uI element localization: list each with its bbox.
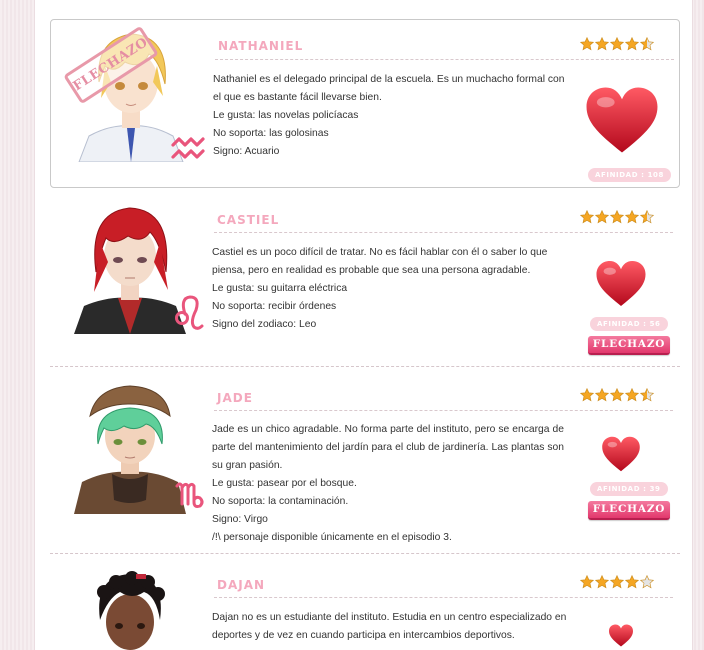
heart-icon: [609, 624, 633, 647]
character-portrait: [70, 202, 190, 334]
character-card-dajan: DAJAN Dajan no es un estudiante del inst…: [50, 564, 680, 650]
dislikes-text: No soporta: las golosinas: [213, 128, 329, 139]
leo-icon: [175, 295, 204, 330]
star-icon: [610, 388, 624, 402]
dislikes-text: No soporta: recibir órdenes: [212, 301, 337, 312]
character-portrait: [70, 570, 190, 650]
character-card-nathaniel: FLECHAZO NATHANIEL Nathaniel es el deleg…: [50, 19, 680, 188]
description-text: Nathaniel es el delegado principal de la…: [213, 74, 565, 103]
star-icon: [595, 210, 609, 224]
star-icon: [625, 388, 639, 402]
rating-stars: [580, 575, 654, 589]
name-divider: [215, 59, 674, 60]
star-icon: [610, 210, 624, 224]
description-text: Jade es un chico agradable. No forma par…: [212, 424, 564, 471]
star-icon: [640, 388, 654, 402]
rating-stars: [580, 210, 654, 224]
name-divider: [214, 410, 673, 411]
star-icon: [625, 37, 639, 51]
affinity-badge: AFINIDAD : 39: [590, 482, 668, 496]
affinity-badge: AFINIDAD : 108: [588, 168, 671, 182]
star-icon: [610, 575, 624, 589]
rating-stars: [580, 37, 654, 51]
flechazo-button[interactable]: FLECHAZO: [588, 336, 670, 355]
dislikes-text: No soporta: la contaminación.: [212, 496, 349, 507]
character-card-jade: JADE Jade es un chico agradable. No form…: [50, 378, 680, 550]
flechazo-button[interactable]: FLECHAZO: [588, 501, 670, 520]
sign-text: Signo: Acuario: [213, 146, 280, 157]
virgo-icon: [175, 482, 204, 508]
likes-text: Le gusta: las novelas policíacas: [213, 110, 359, 121]
character-name: CASTIEL: [217, 213, 280, 227]
character-description: Dajan no es un estudiante del instituto.…: [212, 609, 570, 645]
aquarius-icon: [171, 137, 205, 159]
character-description: Castiel es un poco difícil de tratar. No…: [212, 244, 570, 334]
description-text: Castiel es un poco difícil de tratar. No…: [212, 247, 548, 276]
heart-icon: [602, 436, 640, 472]
star-icon: [640, 210, 654, 224]
star-icon: [625, 210, 639, 224]
star-icon: [580, 575, 594, 589]
character-card-castiel: CASTIEL Castiel es un poco difícil de tr…: [50, 200, 680, 360]
name-divider: [214, 232, 673, 233]
heart-icon: [596, 261, 646, 306]
card-divider: [50, 553, 680, 554]
star-icon: [610, 37, 624, 51]
description-text: Dajan no es un estudiante del instituto.…: [212, 612, 567, 641]
likes-text: Le gusta: su guitarra eléctrica: [212, 283, 348, 294]
character-name: DAJAN: [217, 578, 266, 592]
card-divider: [50, 366, 680, 367]
star-icon: [625, 575, 639, 589]
star-icon: [595, 575, 609, 589]
character-list-panel: FLECHAZO NATHANIEL Nathaniel es el deleg…: [34, 0, 693, 650]
character-portrait: [70, 382, 190, 514]
star-icon: [580, 388, 594, 402]
star-icon: [640, 575, 654, 589]
availability-note: /!\ personaje disponible únicamente en e…: [212, 532, 452, 543]
star-icon: [580, 37, 594, 51]
star-icon: [640, 37, 654, 51]
heart-icon: [586, 87, 658, 153]
rating-stars: [580, 388, 654, 402]
character-name: JADE: [217, 391, 253, 405]
likes-text: Le gusta: pasear por el bosque.: [212, 478, 357, 489]
star-icon: [595, 388, 609, 402]
affinity-badge: AFINIDAD : 56: [590, 317, 668, 331]
star-icon: [580, 210, 594, 224]
sign-text: Signo: Virgo: [212, 514, 268, 525]
sign-text: Signo del zodiaco: Leo: [212, 319, 317, 330]
character-description: Jade es un chico agradable. No forma par…: [212, 421, 564, 547]
character-description: Nathaniel es el delegado principal de la…: [213, 71, 571, 161]
name-divider: [214, 597, 673, 598]
star-icon: [595, 37, 609, 51]
character-name: NATHANIEL: [218, 39, 304, 53]
